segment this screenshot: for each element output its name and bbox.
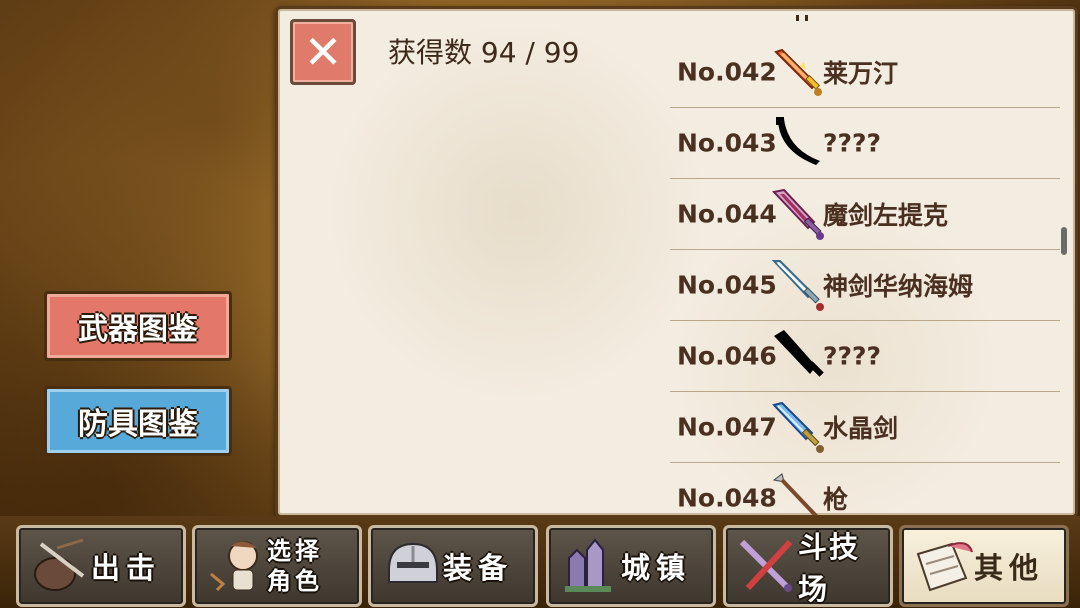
nav-arena-button[interactable]: 斗技场 bbox=[723, 525, 893, 607]
list-item[interactable]: No.046 ???? bbox=[670, 320, 1060, 392]
item-number: No.048 bbox=[677, 483, 777, 512]
list-item[interactable]: No.043 ???? bbox=[670, 107, 1060, 179]
flame-sword-icon bbox=[774, 48, 822, 96]
item-name: 莱万汀 bbox=[823, 58, 899, 88]
item-name: 水晶剑 bbox=[823, 413, 899, 443]
nav-label: 其他 bbox=[974, 551, 1045, 585]
item-number: No.047 bbox=[677, 412, 777, 441]
item-name: 魔剑左提克 bbox=[823, 200, 949, 230]
town-castle-icon bbox=[565, 538, 611, 592]
weapon-catalog-button[interactable]: 武器图鉴 bbox=[44, 291, 232, 361]
nav-town-button[interactable]: 城镇 bbox=[546, 525, 716, 607]
character-select-icon bbox=[210, 541, 258, 592]
scroll-quill-icon bbox=[916, 542, 973, 592]
item-name: ???? bbox=[823, 128, 882, 157]
collection-count: 获得数 94 / 99 bbox=[388, 36, 580, 69]
list-item[interactable]: No.044 魔剑左提克 bbox=[670, 178, 1060, 250]
close-icon: ✕ bbox=[303, 25, 343, 79]
holy-sword-icon bbox=[771, 259, 824, 311]
demon-sword-icon bbox=[772, 188, 824, 240]
nav-label-line1: 选择 bbox=[267, 537, 323, 565]
close-button[interactable]: ✕ bbox=[290, 19, 356, 85]
nav-label: 选择 角色 bbox=[267, 528, 323, 604]
nav-equipment-button[interactable]: 装备 bbox=[368, 525, 538, 607]
nav-label: 出击 bbox=[91, 551, 162, 585]
item-number: No.042 bbox=[677, 57, 777, 86]
nav-character-select-button[interactable]: 选择 角色 bbox=[192, 525, 362, 607]
item-name: 神剑华纳海姆 bbox=[823, 271, 974, 301]
nav-sortie-button[interactable]: 出击 bbox=[16, 525, 186, 607]
helmet-icon bbox=[388, 542, 438, 583]
item-number: No.046 bbox=[677, 341, 777, 370]
weapon-list[interactable]: No.042 莱万汀 No.043 ???? No.044 魔剑左提克 No.0… bbox=[670, 9, 1060, 515]
nav-label: 城镇 bbox=[621, 551, 692, 585]
crystal-sword-icon bbox=[772, 401, 824, 453]
list-item[interactable]: No.048 枪 bbox=[670, 462, 1060, 515]
armor-catalog-button[interactable]: 防具图鉴 bbox=[44, 386, 232, 456]
crossed-swords-icon bbox=[739, 539, 793, 592]
sortie-bag-icon bbox=[34, 538, 85, 591]
unknown-sword-silhouette-icon bbox=[774, 329, 824, 377]
unknown-blade-silhouette-icon bbox=[776, 116, 820, 165]
nav-label: 斗技场 bbox=[798, 530, 861, 606]
spear-icon bbox=[772, 472, 819, 515]
list-scrollbar[interactable] bbox=[1061, 227, 1067, 255]
list-item[interactable]: No.042 莱万汀 bbox=[670, 36, 1060, 108]
item-number: No.043 bbox=[677, 128, 777, 157]
item-number: No.044 bbox=[677, 199, 777, 228]
item-name: ???? bbox=[823, 341, 882, 370]
list-item[interactable]: No.045 神剑华纳海姆 bbox=[670, 249, 1060, 321]
item-number: No.045 bbox=[677, 270, 777, 299]
nav-label-line2: 角色 bbox=[267, 567, 323, 595]
nav-other-button[interactable]: 其他 bbox=[899, 525, 1069, 607]
list-item[interactable]: No.047 水晶剑 bbox=[670, 391, 1060, 463]
nav-label: 装备 bbox=[443, 551, 514, 585]
weapon-collection-panel: ✕ 获得数 94 / 99 No.042 莱万汀 No.043 ???? No.… bbox=[275, 6, 1078, 518]
item-name: 枪 bbox=[823, 484, 849, 514]
